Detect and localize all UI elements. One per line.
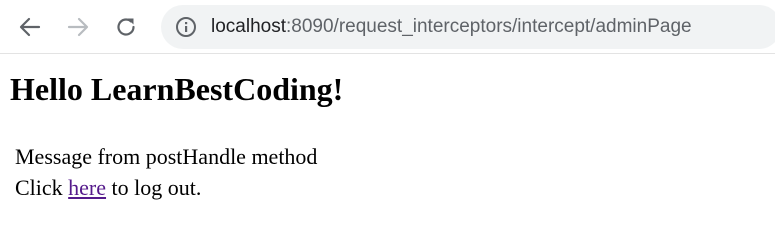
back-button[interactable] [14,11,46,43]
info-icon[interactable] [175,16,197,38]
post-handle-message: Message from postHandle method [15,144,318,169]
reload-icon [117,18,135,36]
url-path: :8090/request_interceptors/intercept/adm… [286,16,692,37]
page-heading: Hello LearnBestCoding! [10,71,344,107]
page-content: Hello LearnBestCoding! Message from post… [0,55,775,252]
logout-suffix: to log out. [106,175,202,200]
reload-button[interactable] [110,11,142,43]
browser-toolbar: localhost:8090/request_interceptors/inte… [0,0,775,54]
forward-button[interactable] [62,11,94,43]
forward-arrow-icon [67,17,89,37]
logout-prefix: Click [15,175,69,200]
back-arrow-icon [19,17,41,37]
address-bar[interactable]: localhost:8090/request_interceptors/inte… [161,5,775,49]
logout-line: Click here to log out. [15,174,201,202]
url-host: localhost [211,16,286,37]
url-text[interactable]: localhost:8090/request_interceptors/inte… [211,15,692,39]
logout-link[interactable]: here [68,175,106,200]
